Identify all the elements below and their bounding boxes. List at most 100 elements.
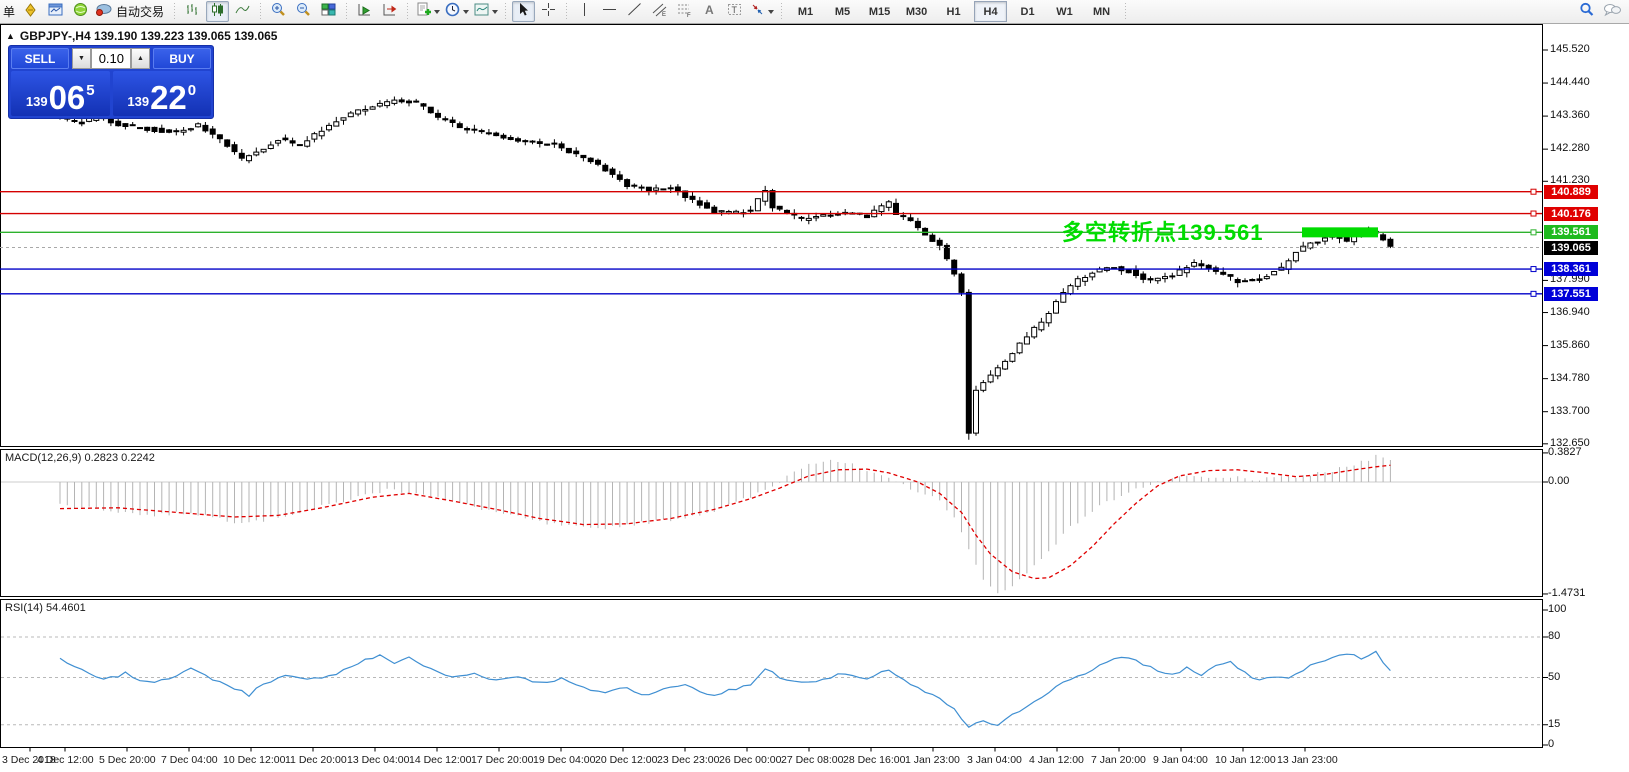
highlight-rectangle[interactable] [1302,227,1378,237]
spinner-down-icon: ▼ [78,55,85,62]
timeframe-button-m15[interactable]: M15 [863,1,896,22]
bar-chart-icon [184,1,201,23]
buy-price-box[interactable]: 139 22 0 [113,71,212,116]
line-handle[interactable] [1531,189,1536,194]
mt4-window: 单 自动交易 E F A T [0,0,1629,772]
line-chart-icon [234,1,251,23]
vertical-line-tool-button[interactable] [573,1,596,22]
new-order-button[interactable] [19,1,42,22]
fibonacci-icon: F [676,1,693,23]
toolbar-separator [172,3,177,20]
text-label-icon: T [726,1,743,23]
tile-windows-button[interactable] [317,1,340,22]
rsi-axis-label: 80 [1548,630,1560,642]
dropdown-caret-icon [463,10,469,14]
price-axis-label: 135.860 [1550,339,1590,351]
date-axis-label: 4 Dec 12:00 [37,754,94,766]
chart-shift-icon [381,1,398,23]
line-handle[interactable] [1531,211,1536,216]
equidistant-channel-icon: E [651,1,668,23]
date-axis-label: 28 Dec 16:00 [843,754,905,766]
horizontal-line-tool-button[interactable] [598,1,621,22]
community-button[interactable] [69,1,92,22]
price-axis-label: 133.700 [1550,405,1590,417]
timeframe-button-w1[interactable]: W1 [1048,1,1081,22]
sell-button[interactable]: SELL [11,48,69,69]
date-axis-label: 5 Dec 20:00 [99,754,156,766]
chart-canvas[interactable] [0,0,1629,772]
buy-button[interactable]: BUY [153,48,211,69]
autotrade-label: 自动交易 [113,3,167,20]
price-level-tag: 140.889 [1544,185,1598,199]
bar-chart-mode-button[interactable] [181,1,204,22]
volume-input[interactable]: 0.10 [91,48,131,69]
menu-text-partial[interactable]: 单 [0,3,18,20]
market-watch-button[interactable] [44,1,67,22]
tile-windows-icon [320,1,337,23]
crosshair-tool-button[interactable] [537,1,560,22]
price-level-tag: 138.361 [1544,262,1598,276]
globe-icon [72,1,89,23]
timeframe-button-h4[interactable]: H4 [974,1,1007,22]
autotrade-button[interactable]: 自动交易 [94,1,168,22]
rsi-axis-label: 15 [1548,718,1560,730]
auto-scroll-button[interactable] [353,1,376,22]
text-label-tool-button[interactable]: T [723,1,746,22]
rsi-line [60,651,1390,727]
sell-price-major: 139 [26,94,48,109]
macd-histogram [60,455,1390,593]
toolbar-separator [405,3,410,20]
add-indicator-icon [415,1,432,23]
timeframe-button-h1[interactable]: H1 [937,1,970,22]
zoom-in-button[interactable] [267,1,290,22]
candlestick-icon [209,1,226,23]
svg-text:E: E [662,12,666,18]
price-axis-label: 142.280 [1550,142,1590,154]
sell-price-box[interactable]: 139 06 5 [11,71,110,116]
date-axis-label: 7 Dec 04:00 [161,754,218,766]
timeframe-button-d1[interactable]: D1 [1011,1,1044,22]
date-axis-label: 11 Dec 20:00 [285,754,347,766]
line-handle[interactable] [1531,291,1536,296]
chat-button[interactable] [1600,1,1623,22]
macd-axis-label: -1.4731 [1548,587,1585,599]
date-axis-label: 3 Jan 04:00 [967,754,1022,766]
vertical-line-icon [576,1,593,23]
candlesticks [58,100,1393,433]
channel-tool-button[interactable]: E [648,1,671,22]
templates-button[interactable] [472,1,499,22]
date-axis-label: 19 Dec 04:00 [533,754,595,766]
macd-axis-label: 0.00 [1548,475,1569,487]
price-level-tag: 139.561 [1544,225,1598,239]
trendline-tool-button[interactable] [623,1,646,22]
toolbar-separator [344,3,349,20]
line-handle[interactable] [1531,267,1536,272]
trendline-icon [626,1,643,23]
line-handle[interactable] [1531,230,1536,235]
periods-button[interactable] [443,1,470,22]
line-chart-mode-button[interactable] [231,1,254,22]
svg-text:T: T [732,5,738,15]
search-button[interactable] [1575,1,1598,22]
pane-frame [1,600,1543,748]
timeframe-button-mn[interactable]: MN [1085,1,1118,22]
candlestick-mode-button[interactable] [206,1,229,22]
date-axis-label: 20 Dec 12:00 [595,754,657,766]
volume-decrease-button[interactable]: ▼ [72,48,91,69]
arrows-tool-button[interactable] [748,1,775,22]
date-axis-label: 14 Dec 12:00 [409,754,471,766]
volume-increase-button[interactable]: ▲ [131,48,150,69]
collapse-arrow-icon[interactable]: ▲ [6,31,15,41]
chart-annotation-text[interactable]: 多空转折点139.561 [1062,215,1264,247]
chart-shift-button[interactable] [378,1,401,22]
zoom-out-button[interactable] [292,1,315,22]
timeframe-button-m5[interactable]: M5 [826,1,859,22]
add-indicator-button[interactable] [414,1,441,22]
fibonacci-tool-button[interactable]: F [673,1,696,22]
timeframe-button-m1[interactable]: M1 [789,1,822,22]
timeframe-button-m30[interactable]: M30 [900,1,933,22]
cursor-tool-button[interactable] [512,1,535,22]
chart-window-icon [47,1,64,23]
text-tool-button[interactable]: A [698,1,721,22]
date-axis-label: 13 Dec 04:00 [347,754,409,766]
